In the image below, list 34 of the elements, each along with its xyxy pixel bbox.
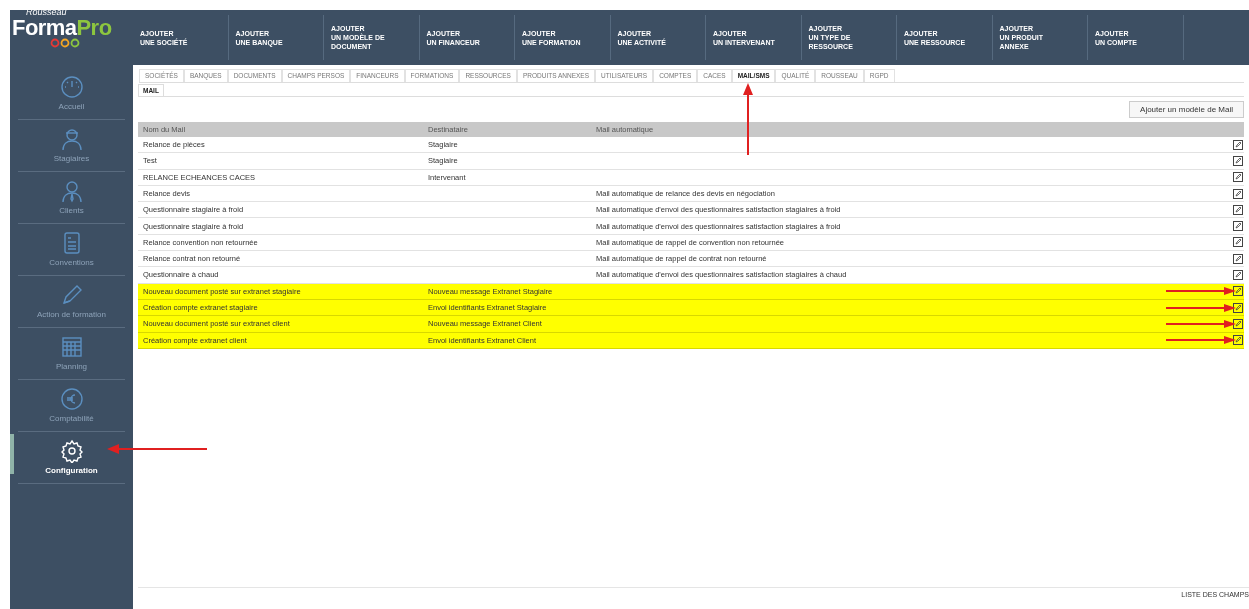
annotation-arrow xyxy=(1166,319,1236,328)
sidebar-item[interactable]: Clients xyxy=(18,172,125,224)
edit-icon[interactable] xyxy=(1233,286,1243,297)
sidebar-item[interactable]: Accueil xyxy=(18,68,125,120)
edit-icon[interactable] xyxy=(1233,302,1243,313)
edit-icon[interactable] xyxy=(1233,221,1243,232)
annotation-arrow xyxy=(742,83,753,155)
edit-icon[interactable] xyxy=(1233,335,1243,346)
settings-icon xyxy=(59,438,84,463)
euro-coin-icon xyxy=(59,386,84,411)
edit-icon[interactable] xyxy=(1233,188,1243,199)
edit-icon[interactable] xyxy=(1233,204,1243,215)
edit-icon[interactable] xyxy=(1233,237,1243,248)
sidebar-item[interactable]: Action de formation xyxy=(18,276,125,328)
person-cap-icon xyxy=(59,126,84,151)
add-mail-template-button[interactable]: Ajouter un modèle de Mail xyxy=(1129,101,1244,118)
annotation-arrow xyxy=(1166,287,1236,296)
logo-rings-icon xyxy=(50,38,80,48)
person-tie-icon xyxy=(59,178,84,203)
edit-icon[interactable] xyxy=(1233,172,1243,183)
annotation-arrow xyxy=(1166,336,1236,345)
annotation-arrow xyxy=(1166,303,1236,312)
edit-icon[interactable] xyxy=(1233,155,1243,166)
logo-text: Pro xyxy=(76,15,112,40)
calendar-grid-icon xyxy=(59,334,84,359)
logo-text: Forma xyxy=(12,15,77,40)
edit-icon[interactable] xyxy=(1233,270,1243,280)
edit-icon[interactable] xyxy=(1233,318,1243,329)
gauge-icon xyxy=(59,74,84,99)
edit-icon[interactable] xyxy=(1233,253,1243,264)
sidebar-item[interactable]: Planning xyxy=(18,328,125,380)
edit-icon[interactable] xyxy=(1233,139,1243,150)
sidebar-item[interactable]: Conventions xyxy=(18,224,125,276)
sidebar-item[interactable]: Stagiaires xyxy=(18,120,125,172)
